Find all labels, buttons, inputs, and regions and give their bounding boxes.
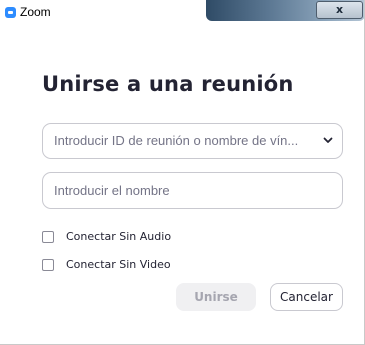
close-icon: x	[335, 3, 344, 16]
window-title: Zoom	[20, 5, 51, 19]
join-meeting-window: Zoom x Unirse a una reunión Introducir I…	[0, 0, 365, 345]
close-button[interactable]: x	[316, 1, 363, 19]
meeting-id-select-placeholder: Introducir ID de reunión o nombre de vín…	[54, 133, 299, 148]
name-input[interactable]	[42, 172, 343, 209]
meeting-id-select[interactable]: Introducir ID de reunión o nombre de vín…	[42, 123, 343, 159]
zoom-logo-icon	[5, 7, 16, 18]
title-bar[interactable]: Zoom x	[0, 0, 365, 28]
no-video-label: Conectar Sin Video	[66, 258, 171, 271]
cancel-button[interactable]: Cancelar	[270, 283, 343, 311]
chevron-down-icon[interactable]	[323, 135, 333, 145]
no-audio-checkbox[interactable]	[42, 231, 54, 243]
join-button[interactable]: Unirse	[176, 283, 256, 311]
page-title: Unirse a una reunión	[42, 72, 294, 96]
no-audio-label: Conectar Sin Audio	[66, 230, 172, 243]
no-video-checkbox[interactable]	[42, 259, 54, 271]
